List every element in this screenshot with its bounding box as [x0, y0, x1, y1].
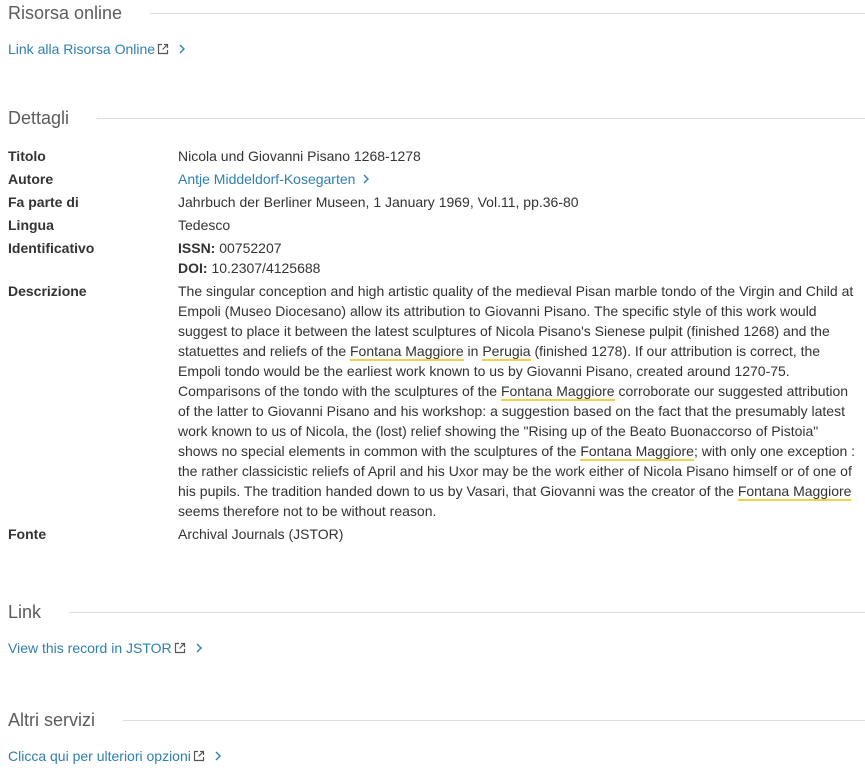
details-row-author: Autore Antje Middeldorf-Kosegarten — [8, 169, 856, 189]
field-label: Fonte — [8, 526, 47, 542]
field-value-description: The singular conception and high artisti… — [178, 281, 856, 521]
section-divider — [123, 720, 865, 721]
issn-line: ISSN: 00752207 — [178, 238, 856, 258]
jstor-record-link[interactable]: View this record in JSTOR — [8, 640, 204, 656]
field-value-title: Nicola und Giovanni Pisano 1268-1278 — [178, 148, 421, 164]
more-options-link-label[interactable]: Clicca qui per ulteriori opzioni — [8, 748, 191, 764]
section-other-services: Altri servizi — [8, 710, 865, 731]
details-row-description: Descrizione The singular conception and … — [8, 281, 856, 521]
details-row-identifier: Identificativo ISSN: 00752207 DOI: 10.23… — [8, 238, 856, 278]
external-link-icon — [157, 43, 169, 55]
field-label: Titolo — [8, 148, 46, 164]
chevron-right-icon — [177, 43, 187, 55]
field-value-part-of: Jahrbuch der Berliner Museen, 1 January … — [178, 194, 579, 210]
field-label: Autore — [8, 171, 54, 187]
section-divider — [150, 13, 865, 14]
jstor-record-link-label[interactable]: View this record in JSTOR — [8, 640, 172, 656]
highlighted-term: Fontana Maggiore — [500, 383, 615, 401]
description-text: seems therefore not to be without reason… — [178, 503, 437, 519]
section-title-other-services: Altri servizi — [8, 710, 96, 730]
field-value-source: Archival Journals (JSTOR) — [178, 526, 344, 542]
description-text: in — [463, 343, 483, 359]
field-label: Lingua — [8, 217, 54, 233]
doi-label: DOI: — [178, 260, 208, 276]
doi-line: DOI: 10.2307/4125688 — [178, 258, 856, 278]
more-options-link[interactable]: Clicca qui per ulteriori opzioni — [8, 748, 223, 764]
chevron-right-icon — [194, 642, 204, 654]
highlighted-term: Fontana Maggiore — [737, 483, 852, 501]
highlighted-term: Fontana Maggiore — [580, 443, 694, 461]
section-link: Link — [8, 602, 865, 623]
field-label: Fa parte di — [8, 194, 79, 210]
section-divider — [69, 612, 865, 613]
section-title-details: Dettagli — [8, 108, 70, 128]
section-title-online-resource: Risorsa online — [8, 3, 123, 23]
field-label: Identificativo — [8, 240, 95, 256]
highlighted-term: Perugia — [482, 343, 531, 361]
details-row-source: Fonte Archival Journals (JSTOR) — [8, 524, 856, 544]
issn-label: ISSN: — [178, 240, 216, 256]
details-row-language: Lingua Tedesco — [8, 215, 856, 235]
section-details: Dettagli — [8, 108, 865, 129]
details-row-part-of: Fa parte di Jahrbuch der Berliner Museen… — [8, 192, 856, 212]
section-online-resource: Risorsa online — [8, 3, 865, 24]
section-divider — [97, 118, 865, 119]
chevron-right-icon — [213, 750, 223, 762]
record-details-page: Risorsa online Link alla Risorsa Online … — [0, 0, 865, 774]
field-label: Descrizione — [8, 283, 87, 299]
details-row-title: Titolo Nicola und Giovanni Pisano 1268-1… — [8, 146, 856, 166]
author-link[interactable]: Antje Middeldorf-Kosegarten — [178, 171, 355, 187]
issn-value: 00752207 — [215, 240, 282, 256]
chevron-right-icon — [361, 170, 371, 184]
doi-value: 10.2307/4125688 — [207, 260, 321, 276]
section-title-link: Link — [8, 602, 42, 622]
external-link-icon — [193, 750, 205, 762]
online-resource-link[interactable]: Link alla Risorsa Online — [8, 41, 187, 57]
highlighted-term: Fontana Maggiore — [350, 343, 464, 361]
online-resource-link-label[interactable]: Link alla Risorsa Online — [8, 41, 155, 57]
external-link-icon — [174, 642, 186, 654]
field-value-language: Tedesco — [178, 217, 231, 233]
details-table: Titolo Nicola und Giovanni Pisano 1268-1… — [8, 146, 856, 544]
